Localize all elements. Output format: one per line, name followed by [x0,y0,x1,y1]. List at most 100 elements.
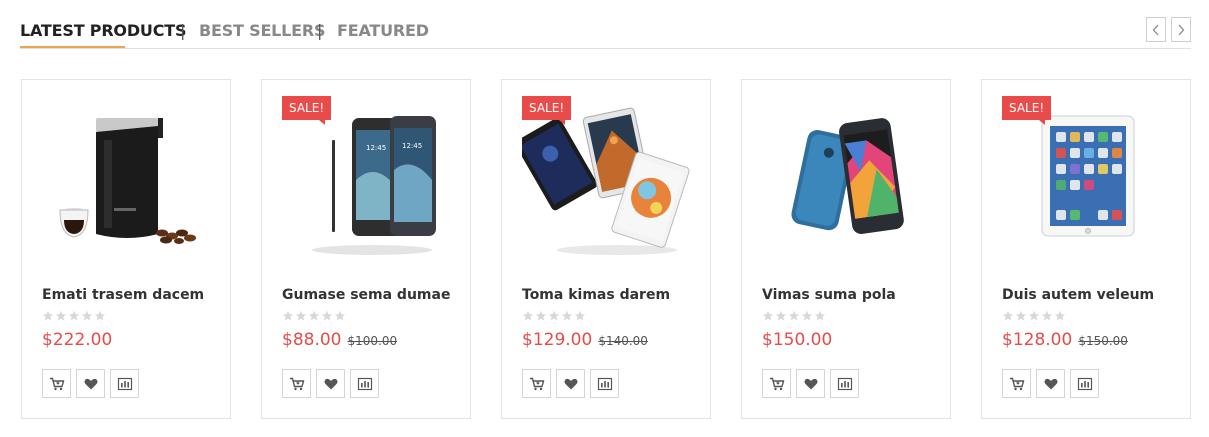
product-name[interactable]: Toma kimas darem [522,287,670,303]
compare-button[interactable] [110,369,139,398]
product-card[interactable]: 12:45 12:45 SALE! Gumase sema dumae $88.… [261,79,471,419]
rating-stars [42,310,106,322]
star-icon [81,310,93,321]
star-icon [68,310,80,321]
product-image-ipad-mini-tablets[interactable] [522,100,692,270]
star-icon [574,310,586,321]
product-price: $222.00 [42,330,112,350]
add-to-wishlist-button[interactable] [1036,369,1065,398]
tab-latest-products[interactable]: LATEST PRODUCTS [20,21,186,40]
star-icon [788,310,800,321]
current-price: $88.00 [282,330,342,350]
star-icon [94,310,106,321]
product-tabs: LATEST PRODUCTS | BEST SELLERS | FEATURE… [20,14,1191,49]
product-actions [42,369,139,398]
star-icon [814,310,826,321]
compare-button[interactable] [830,369,859,398]
product-actions [762,369,859,398]
old-price: $140.00 [598,334,648,348]
star-icon [42,310,54,321]
cart-icon [49,377,64,390]
chevron-left-icon [1152,24,1159,35]
product-price: $88.00 $100.00 [282,330,397,350]
product-card[interactable]: SALE! Duis autem veleum $128.00 $150.00 [981,79,1191,419]
star-icon [321,310,333,321]
star-icon [1054,310,1066,321]
compare-icon [597,377,612,390]
product-image-white-ipad[interactable] [1002,100,1172,270]
product-actions [1002,369,1099,398]
star-icon [522,310,534,321]
add-to-cart-button[interactable] [762,369,791,398]
current-price: $222.00 [42,330,113,350]
product-actions [522,369,619,398]
current-price: $150.00 [762,330,833,350]
star-icon [1028,310,1040,321]
star-icon [775,310,787,321]
chevron-right-icon [1178,24,1185,35]
star-icon [535,310,547,321]
product-image-galaxy-s5-phone[interactable] [762,100,932,270]
old-price: $150.00 [1078,334,1128,348]
cart-icon [289,377,304,390]
cart-icon [529,377,544,390]
tab-best-sellers[interactable]: BEST SELLERS [199,21,326,40]
add-to-cart-button[interactable] [522,369,551,398]
add-to-cart-button[interactable] [282,369,311,398]
star-icon [282,310,294,321]
heart-icon [84,378,97,389]
tab-separator: | [317,21,323,40]
prev-button[interactable] [1146,17,1166,42]
add-to-wishlist-button[interactable] [556,369,585,398]
cart-icon [769,377,784,390]
tab-featured[interactable]: FEATURED [337,21,429,40]
product-card[interactable]: Vimas suma pola $150.00 [741,79,951,419]
compare-icon [1077,377,1092,390]
product-price: $129.00 $140.00 [522,330,648,350]
compare-button[interactable] [590,369,619,398]
star-icon [801,310,813,321]
star-icon [334,310,346,321]
star-icon [55,310,67,321]
product-card[interactable]: SALE! Toma kimas darem $129.00 $140.00 [501,79,711,419]
add-to-wishlist-button[interactable] [316,369,345,398]
compare-button[interactable] [350,369,379,398]
product-image-galaxy-note-phones[interactable]: 12:45 12:45 [282,100,452,270]
star-icon [295,310,307,321]
add-to-wishlist-button[interactable] [76,369,105,398]
product-name[interactable]: Emati trasem dacem [42,287,204,303]
product-name[interactable]: Gumase sema dumae [282,287,450,303]
star-icon [1015,310,1027,321]
rating-stars [522,310,586,322]
cart-icon [1009,377,1024,390]
compare-icon [117,377,132,390]
star-icon [762,310,774,321]
product-price: $150.00 [762,330,832,350]
add-to-wishlist-button[interactable] [796,369,825,398]
star-icon [548,310,560,321]
rating-stars [282,310,346,322]
old-price: $100.00 [347,334,398,348]
sale-badge: SALE! [1002,96,1052,125]
compare-icon [837,377,852,390]
product-image-coffee-grinder[interactable] [42,100,212,270]
svg-text:12:45: 12:45 [366,144,386,152]
product-name[interactable]: Duis autem veleum [1002,287,1154,303]
product-card[interactable]: Emati trasem dacem $222.00 [21,79,231,419]
product-actions [282,369,379,398]
sale-badge: SALE! [522,96,572,125]
svg-text:12:45: 12:45 [402,142,422,150]
add-to-cart-button[interactable] [1002,369,1031,398]
compare-button[interactable] [1070,369,1099,398]
product-name[interactable]: Vimas suma pola [762,287,896,303]
active-tab-underline [20,46,125,48]
compare-icon [357,377,372,390]
star-icon [1002,310,1014,321]
current-price: $129.00 [522,330,593,350]
tab-separator: | [180,21,186,40]
heart-icon [1044,378,1057,389]
next-button[interactable] [1171,17,1191,42]
add-to-cart-button[interactable] [42,369,71,398]
star-icon [561,310,573,321]
current-price: $128.00 [1002,330,1073,350]
